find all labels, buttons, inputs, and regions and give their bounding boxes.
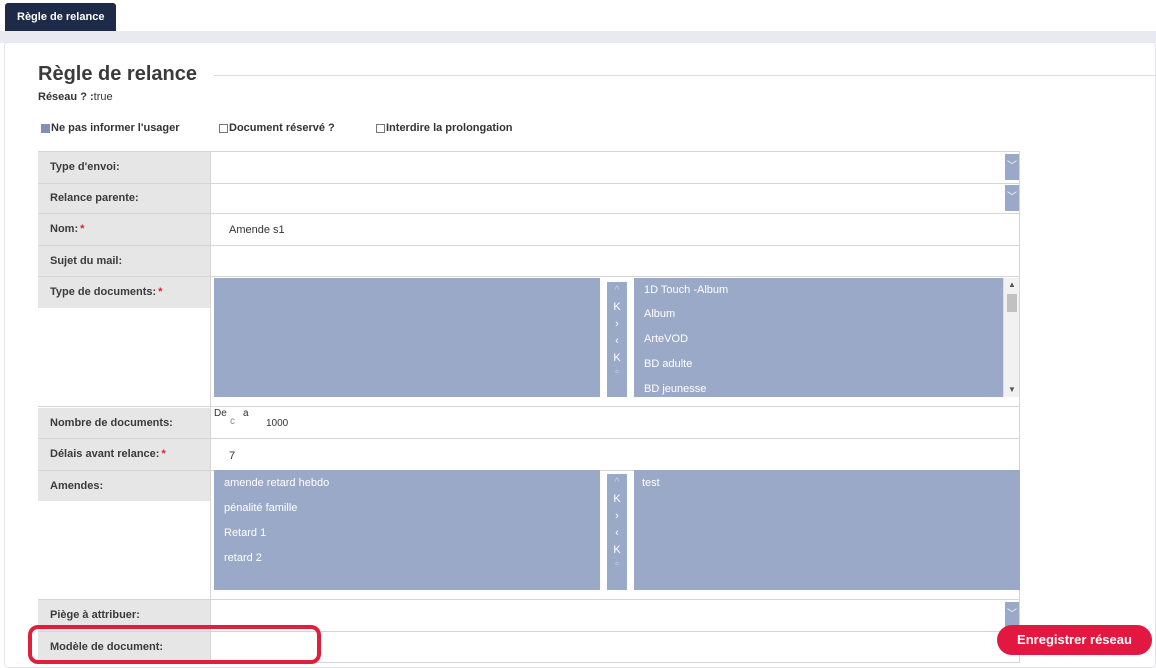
type-documents-mover: ^ K › ‹ K ° (607, 282, 627, 397)
delais-input[interactable]: 7 (210, 439, 1020, 470)
move-top-button[interactable]: ^ (607, 282, 627, 299)
move-right-button[interactable]: › (607, 316, 627, 333)
network-flag-label: Réseau ? : (38, 91, 94, 103)
row-type-envoi: Type d'envoi: ﹀ (38, 151, 1020, 183)
label-type-documents: Type de documents: * (38, 277, 210, 308)
row-sujet-mail: Sujet du mail: (38, 245, 1020, 276)
type-documents-selected-list[interactable]: 1D Touch -Album Album ArteVOD BD adulte … (634, 278, 1004, 397)
row-relance-parente: Relance parente: ﹀ (38, 183, 1020, 213)
sujet-mail-input[interactable] (210, 246, 1020, 276)
move-all-right-button[interactable]: K (607, 299, 627, 316)
checkbox-label: Document réservé ? (229, 122, 335, 134)
nom-value: Amende s1 (229, 224, 285, 236)
checkbox-label: Interdire la prolongation (386, 122, 513, 134)
label-type-envoi: Type d'envoi: (38, 152, 210, 183)
label-text: Sujet du mail: (50, 255, 123, 267)
scroll-up-icon[interactable]: ▲ (1004, 278, 1020, 292)
row-nombre-documents: Nombre de documents: De c a 1000 (38, 406, 1020, 439)
label-text: Délais avant relance: (50, 448, 160, 460)
label-amendes: Amendes: (38, 471, 210, 501)
modele-select[interactable] (210, 632, 1020, 662)
label-nombre-documents: Nombre de documents: (38, 408, 210, 439)
move-top-button[interactable]: ^ (607, 474, 627, 491)
amendes-available-list[interactable]: amende retard hebdo pénalité famille Ret… (214, 470, 600, 590)
label-text: Type de documents: (50, 286, 157, 298)
checkbox-icon[interactable] (376, 123, 385, 133)
label-text: Amendes: (50, 480, 104, 492)
type-envoi-select[interactable]: ﹀ (210, 152, 1020, 183)
required-marker: * (161, 448, 166, 460)
relance-parente-select[interactable]: ﹀ (210, 184, 1020, 213)
delais-value: 7 (229, 450, 236, 462)
move-left-button[interactable]: ‹ (607, 525, 627, 542)
page-title: Règle de relance (38, 63, 197, 85)
checkbox-label: Ne pas informer l'usager (51, 122, 180, 134)
chevron-down-icon[interactable]: ﹀ (1005, 154, 1019, 180)
piege-select[interactable]: ﹀ (210, 600, 1020, 631)
list-item[interactable]: 1D Touch -Album (634, 278, 1004, 302)
list-item[interactable]: BD adulte (634, 352, 1004, 377)
label-text: Nombre de documents: (50, 417, 173, 429)
scroll-thumb[interactable] (1007, 294, 1017, 312)
list-item[interactable]: ArteVOD (634, 327, 1004, 352)
checkbox-ne-pas-informer[interactable]: Ne pas informer l'usager (41, 122, 180, 134)
list-item[interactable]: Retard 1 (214, 521, 600, 546)
label-text: Nom: (50, 223, 79, 235)
title-divider (214, 75, 1156, 76)
tab-regle-de-relance[interactable]: Règle de relance (5, 3, 117, 31)
move-all-left-button[interactable]: K (607, 542, 627, 559)
network-flag-value: true (93, 91, 113, 103)
list-item[interactable]: test (634, 470, 1020, 496)
scroll-down-icon[interactable]: ▼ (1004, 383, 1020, 397)
label-delais: Délais avant relance: * (38, 439, 210, 470)
to-input[interactable]: 1000 (266, 418, 288, 429)
type-documents-scrollbar[interactable]: ▲ ▼ (1003, 278, 1019, 397)
amendes-selected-list[interactable]: test (634, 470, 1020, 590)
checkbox-document-reserve[interactable]: Document réservé ? (219, 122, 335, 134)
checkbox-icon[interactable] (219, 123, 228, 133)
label-text: Type d'envoi: (50, 161, 120, 173)
label-text: Piège à attribuer: (50, 609, 140, 621)
nombre-documents-range: De c a 1000 (210, 407, 1020, 438)
list-item[interactable]: pénalité famille (214, 496, 600, 521)
chevron-down-icon[interactable]: ﹀ (1005, 185, 1019, 211)
label-text: Relance parente: (50, 192, 139, 204)
move-bottom-button[interactable]: ° (607, 559, 627, 576)
label-sujet-mail: Sujet du mail: (38, 246, 210, 276)
list-item[interactable]: BD jeunesse (634, 377, 1004, 397)
tab-bar: Règle de relance (0, 0, 1156, 32)
highlight-annotation (28, 625, 321, 664)
required-marker: * (158, 286, 163, 298)
list-item[interactable]: retard 2 (214, 546, 600, 571)
network-flag: Réseau ? :true (38, 91, 113, 103)
label-relance-parente: Relance parente: (38, 184, 210, 213)
list-item[interactable]: Album (634, 302, 1004, 327)
save-network-button[interactable]: Enregistrer réseau (997, 625, 1152, 655)
amendes-mover: ^ K › ‹ K ° (607, 474, 627, 590)
from-input[interactable]: c (230, 416, 235, 427)
row-nom: Nom: * Amende s1 (38, 213, 1020, 245)
row-delais: Délais avant relance: * 7 (38, 438, 1020, 470)
checkbox-interdire-prolongation[interactable]: Interdire la prolongation (376, 122, 513, 134)
label-nom: Nom: * (38, 214, 210, 245)
nom-input[interactable]: Amende s1 (210, 214, 1020, 245)
move-right-button[interactable]: › (607, 508, 627, 525)
required-marker: * (80, 223, 85, 235)
checkbox-icon[interactable] (41, 123, 50, 133)
list-item[interactable]: amende retard hebdo (214, 470, 600, 496)
type-documents-available-list[interactable] (214, 278, 600, 397)
move-all-left-button[interactable]: K (607, 350, 627, 367)
from-label: De (214, 408, 227, 419)
to-label: a (243, 408, 249, 419)
move-all-right-button[interactable]: K (607, 491, 627, 508)
move-left-button[interactable]: ‹ (607, 333, 627, 350)
move-bottom-button[interactable]: ° (607, 367, 627, 384)
